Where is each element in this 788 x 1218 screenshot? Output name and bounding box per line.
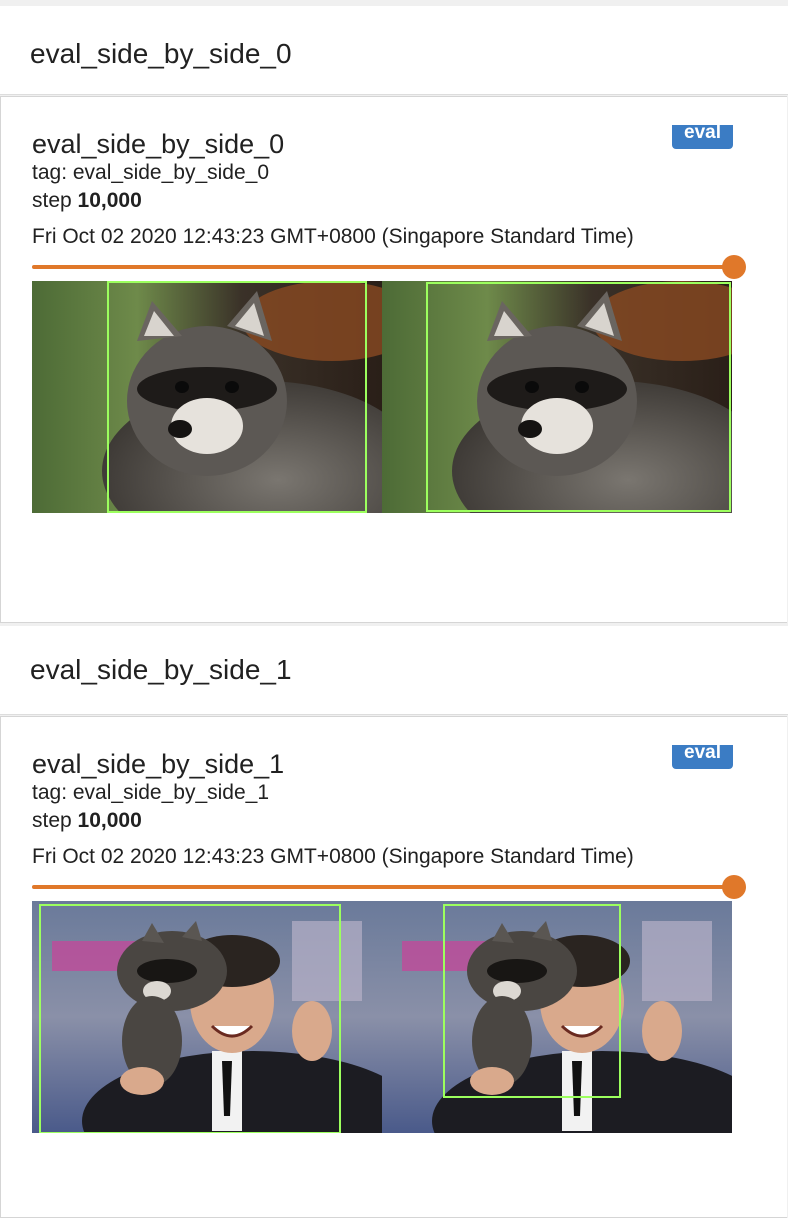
run-badge: eval	[672, 123, 733, 149]
eval-image-left[interactable]	[32, 901, 382, 1133]
tag-label: tag: eval_side_by_side_1	[32, 781, 270, 804]
step-slider[interactable]	[32, 255, 746, 279]
step-label: step 10,000	[32, 809, 142, 833]
card-title: eval_side_by_side_0	[32, 129, 285, 159]
image-card: eval eval_side_by_side_1 tag: eval_side_…	[0, 716, 787, 1218]
raccoon-image	[32, 281, 382, 513]
raccoon-man-image	[32, 901, 382, 1133]
eval-image-right[interactable]	[382, 281, 732, 513]
step-label: step 10,000	[32, 189, 142, 213]
slider-track[interactable]	[32, 265, 732, 269]
slider-thumb[interactable]	[722, 255, 746, 279]
run-badge: eval	[672, 743, 733, 769]
card-title: eval_side_by_side_1	[32, 749, 285, 779]
eval-image-left[interactable]	[32, 281, 382, 513]
step-value: 10,000	[77, 809, 142, 832]
slider-track[interactable]	[32, 885, 732, 889]
step-slider[interactable]	[32, 875, 746, 899]
image-group-1: eval_side_by_side_1 eval eval_side_by_si…	[0, 622, 788, 1218]
group-header[interactable]: eval_side_by_side_1	[0, 626, 788, 715]
tag-label: tag: eval_side_by_side_0	[32, 161, 270, 184]
step-text: step	[32, 809, 72, 832]
timestamp: Fri Oct 02 2020 12:43:23 GMT+0800 (Singa…	[32, 845, 634, 868]
image-group-0: eval_side_by_side_0 eval eval_side_by_si…	[0, 0, 788, 623]
step-text: step	[32, 189, 72, 212]
eval-image-right[interactable]	[382, 901, 732, 1133]
timestamp: Fri Oct 02 2020 12:43:23 GMT+0800 (Singa…	[32, 225, 634, 248]
group-title: eval_side_by_side_1	[30, 654, 292, 685]
raccoon-image	[382, 281, 732, 513]
group-title: eval_side_by_side_0	[30, 38, 292, 69]
slider-thumb[interactable]	[722, 875, 746, 899]
raccoon-man-image	[382, 901, 732, 1133]
image-card: eval eval_side_by_side_0 tag: eval_side_…	[0, 96, 787, 623]
group-header[interactable]: eval_side_by_side_0	[0, 6, 788, 95]
step-value: 10,000	[77, 189, 142, 212]
